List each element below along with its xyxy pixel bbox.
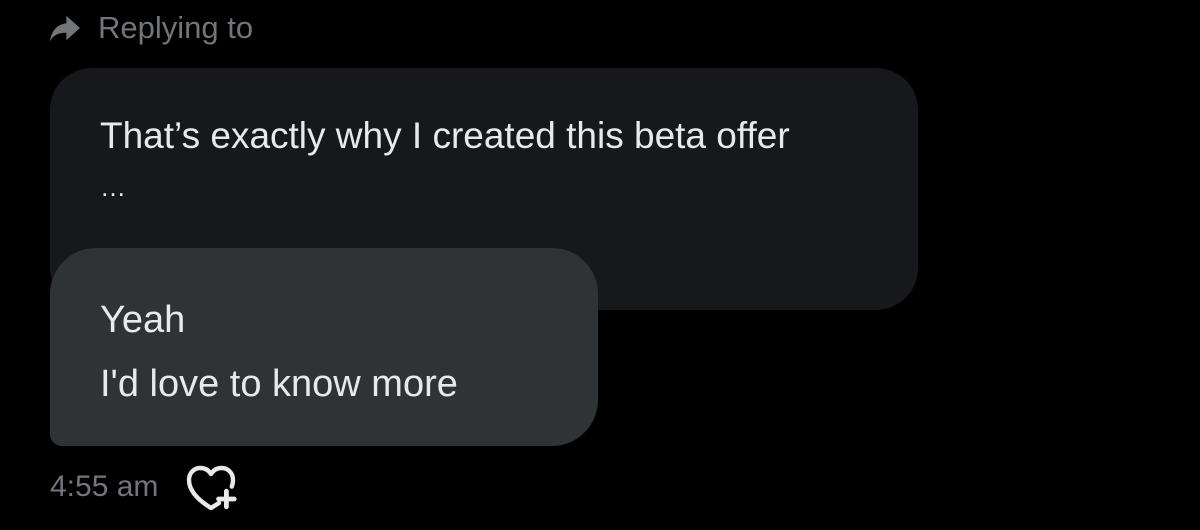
quoted-message-ellipsis: … [100,172,127,202]
message-timestamp: 4:55 am [50,470,159,503]
reply-arrow-icon [48,13,82,43]
heart-plus-icon [187,465,238,510]
add-reaction-button[interactable] [184,462,240,512]
quoted-message-text: That’s exactly why I created this beta o… [100,115,790,156]
reply-message-line: I'd love to know more [100,363,458,405]
replying-to-label: Replying to [98,10,254,45]
reply-message-line: Yeah [100,299,186,341]
message-meta: 4:55 am [50,462,240,512]
reply-message-bubble[interactable]: Yeah I'd love to know more [50,248,598,446]
replying-to-header: Replying to [48,8,253,48]
